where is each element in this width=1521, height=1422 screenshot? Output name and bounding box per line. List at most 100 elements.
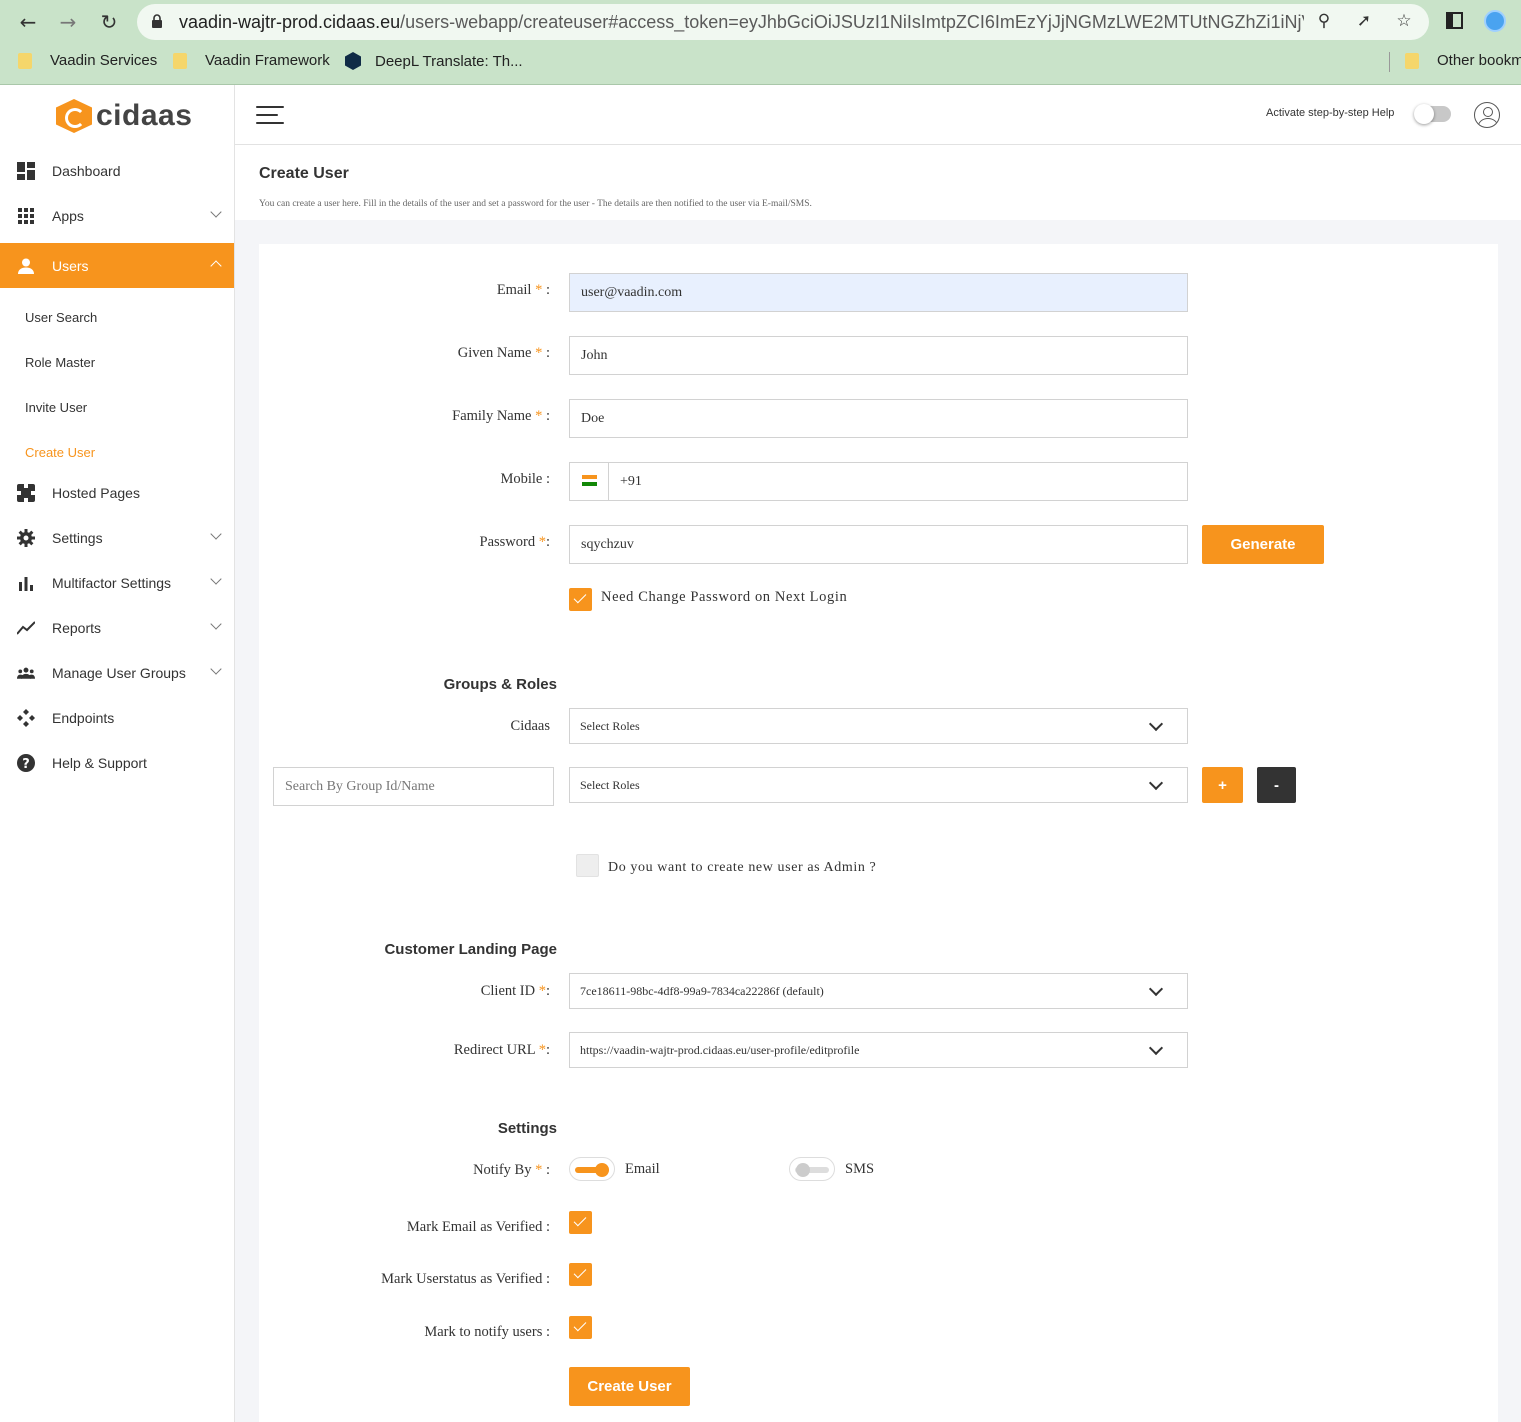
change-password-checkbox[interactable] [569, 588, 592, 611]
svg-text:?: ? [22, 757, 30, 772]
required-mark: * [535, 345, 543, 361]
notify-sms-switch[interactable] [789, 1157, 835, 1181]
page-title: Create User [259, 165, 349, 182]
add-group-button[interactable]: + [1202, 767, 1243, 803]
sidebar-item-hosted-pages[interactable]: Hosted Pages [0, 470, 234, 515]
password-field[interactable]: sqychzuv [569, 525, 1188, 564]
country-code-select[interactable] [569, 462, 609, 501]
customer-landing-heading: Customer Landing Page [384, 941, 557, 958]
mobile-label: Mobile : [500, 471, 550, 487]
folder-icon [173, 52, 187, 69]
sidebar-sub-user-search[interactable]: User Search [25, 310, 97, 325]
notify-by-label: Notify By * : [473, 1162, 550, 1179]
mark-email-verified-label: Mark Email as Verified : [406, 1219, 550, 1235]
sidebar-item-label: Dashboard [52, 162, 121, 179]
label-text: Client ID [480, 983, 536, 999]
mark-userstatus-verified-checkbox[interactable] [569, 1263, 592, 1286]
bookmark-vaadin-framework-item[interactable]: Vaadin Framework [173, 52, 330, 69]
create-user-button[interactable]: Create User [569, 1367, 690, 1406]
family-name-field[interactable]: Doe [569, 399, 1188, 438]
sidebar-item-label: Help & Support [52, 754, 147, 771]
hosted-pages-icon [17, 483, 35, 502]
required-mark: * [535, 282, 543, 298]
sidebar-item-users[interactable]: Users [0, 243, 234, 288]
apps-grid-icon [17, 207, 35, 225]
remove-group-button[interactable]: - [1257, 767, 1296, 803]
endpoints-icon [17, 708, 35, 727]
gear-icon [17, 528, 35, 547]
sidebar-item-apps[interactable]: Apps [0, 193, 234, 238]
select-value: https://vaadin-wajtr-prod.cidaas.eu/user… [580, 1042, 860, 1057]
notify-email-switch[interactable] [569, 1157, 615, 1181]
select-value: Select Roles [580, 777, 640, 792]
sidebar-item-settings[interactable]: Settings [0, 515, 234, 560]
bookmark-deepl-item[interactable]: DeepL Translate: Th... [345, 52, 523, 70]
redirect-url-label: Redirect URL *: [454, 1042, 550, 1059]
browser-chrome: ← → ↻ vaadin-wajtr-prod.cidaas.eu/users-… [0, 0, 1521, 85]
cidaas-label: Cidaas [510, 718, 550, 734]
sidebar-item-label: Hosted Pages [52, 484, 140, 501]
mark-email-verified-checkbox[interactable] [569, 1211, 592, 1234]
group-roles-select[interactable]: Select Roles [569, 767, 1188, 803]
cidaas-roles-select[interactable]: Select Roles [569, 708, 1188, 744]
india-flag-icon [582, 475, 597, 486]
back-icon[interactable]: ← [14, 8, 42, 36]
reload-icon[interactable]: ↻ [95, 8, 123, 36]
chevron-down-icon [1148, 775, 1164, 791]
label-text: Notify By [473, 1162, 532, 1178]
mobile-field[interactable]: +91 [608, 462, 1188, 501]
logo-text: cidaas [96, 99, 193, 132]
admin-checkbox[interactable] [576, 854, 599, 877]
profile-avatar-icon[interactable] [1484, 10, 1506, 32]
bar-chart-icon [17, 574, 35, 592]
redirect-url-select[interactable]: https://vaadin-wajtr-prod.cidaas.eu/user… [569, 1032, 1188, 1068]
hamburger-menu-icon[interactable] [256, 106, 284, 124]
trend-line-icon [17, 619, 35, 637]
sidebar-item-label: Endpoints [52, 709, 115, 726]
sidebar-item-multifactor-settings[interactable]: Multifactor Settings [0, 560, 234, 605]
dashboard-icon [17, 161, 35, 180]
sidebar-item-help-support[interactable]: ? Help & Support [0, 740, 234, 785]
groups-roles-heading: Groups & Roles [443, 676, 557, 693]
required-mark: * [535, 408, 543, 424]
email-field[interactable]: user@vaadin.com [569, 273, 1188, 312]
chevron-down-icon [210, 618, 222, 630]
zoom-icon[interactable]: ⚲ [1313, 11, 1335, 33]
page-description: You can create a user here. Fill in the … [259, 199, 812, 209]
chevron-down-icon [1148, 716, 1164, 732]
given-name-field[interactable]: John [569, 336, 1188, 375]
sidebar-item-reports[interactable]: Reports [0, 605, 234, 650]
sidebar-sub-create-user[interactable]: Create User [25, 445, 95, 460]
client-id-select[interactable]: 7ce18611-98bc-4df8-99a9-7834ca22286f (de… [569, 973, 1188, 1009]
other-bookmarks[interactable]: Other bookm [1405, 52, 1521, 69]
generate-password-button[interactable]: Generate [1202, 525, 1324, 564]
url-path: /users-webapp/createuser#access_token=ey… [400, 12, 1304, 32]
side-panel-icon[interactable] [1446, 12, 1463, 29]
label-text: Email [496, 282, 532, 298]
email-label: Email * : [497, 282, 550, 299]
user-account-icon[interactable] [1474, 102, 1500, 128]
bookmark-divider [1389, 52, 1390, 72]
group-icon [17, 664, 35, 682]
sidebar-item-dashboard[interactable]: Dashboard [0, 148, 234, 193]
folder-icon [1405, 52, 1419, 69]
share-icon[interactable]: ➚ [1353, 11, 1375, 33]
group-search-input[interactable]: Search By Group Id/Name [273, 767, 554, 806]
step-help-toggle[interactable] [1414, 104, 1451, 124]
user-icon [17, 257, 35, 275]
address-bar[interactable]: vaadin-wajtr-prod.cidaas.eu/users-webapp… [137, 4, 1429, 40]
cidaas-logo[interactable]: cidaas [56, 99, 192, 133]
mark-notify-users-checkbox[interactable] [569, 1316, 592, 1339]
star-icon[interactable]: ☆ [1393, 11, 1415, 33]
forward-icon[interactable]: → [54, 8, 82, 36]
sidebar-item-manage-user-groups[interactable]: Manage User Groups [0, 650, 234, 695]
top-bar: Activate step-by-step Help [235, 85, 1521, 145]
sidebar-sub-invite-user[interactable]: Invite User [25, 400, 87, 415]
sidebar-item-endpoints[interactable]: Endpoints [0, 695, 234, 740]
create-user-form: Email * : user@vaadin.com Given Name * :… [259, 244, 1498, 1422]
switch-knob [595, 1163, 609, 1177]
url-text: vaadin-wajtr-prod.cidaas.eu/users-webapp… [179, 12, 1304, 33]
main-content: Create User You can create a user here. … [235, 146, 1521, 1422]
sidebar-sub-role-master[interactable]: Role Master [25, 355, 95, 370]
bookmark-vaadin-services-item[interactable]: Vaadin Services [18, 52, 157, 69]
